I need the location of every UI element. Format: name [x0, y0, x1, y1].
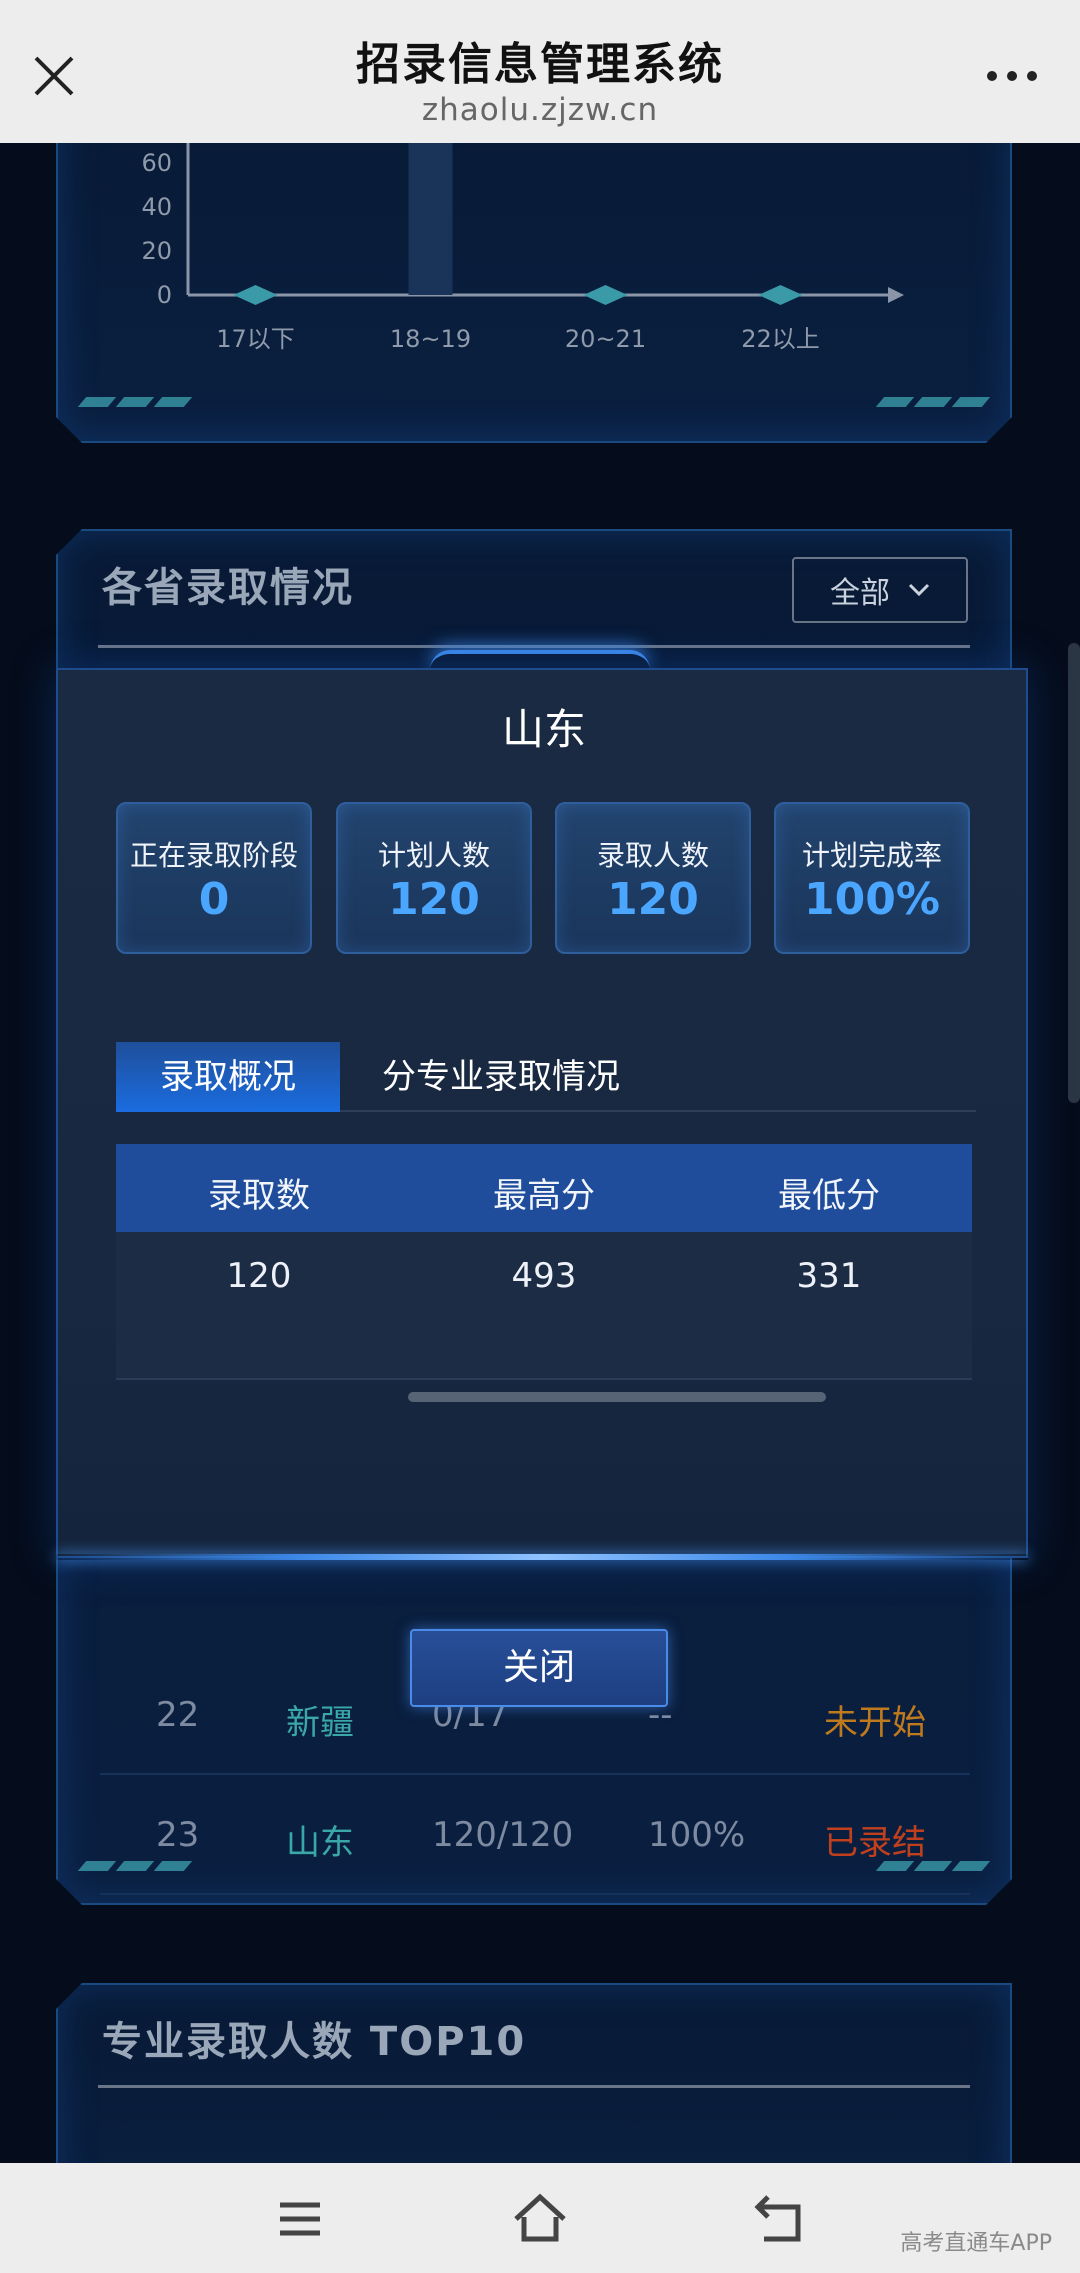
- page-url: zhaolu.zjzw.cn: [421, 92, 659, 128]
- modal-tabs: 录取概况 分专业录取情况: [116, 1042, 976, 1112]
- stat-label: 录取人数: [596, 839, 709, 872]
- row-rank: 23: [156, 1815, 200, 1855]
- stat-card-completion: 计划完成率 100%: [774, 802, 970, 954]
- header-admitted: 录取数: [208, 1176, 310, 1216]
- stat-value: 0: [198, 874, 230, 925]
- modal-title: 山东: [501, 705, 586, 754]
- header-min-score: 最低分: [778, 1176, 880, 1216]
- province-filter-dropdown[interactable]: 全部: [792, 557, 968, 623]
- back-icon[interactable]: [750, 2189, 810, 2249]
- x-tick-label: 18~19: [390, 325, 471, 353]
- page-scrollbar[interactable]: [1068, 643, 1080, 1103]
- home-icon[interactable]: [510, 2189, 570, 2249]
- stat-value: 100%: [804, 874, 940, 925]
- browser-bottom-bar: 高考直通车APP: [0, 2163, 1080, 2273]
- data-bar: [409, 143, 453, 295]
- age-chart-panel: 0 20 40 60 17以下 18~19 20~21 22以上: [56, 143, 1012, 443]
- menu-icon[interactable]: [270, 2189, 330, 2249]
- x-tick-label: 20~21: [565, 325, 646, 353]
- page-title: 招录信息管理系统: [356, 39, 724, 90]
- table-row[interactable]: 23 山东 120/120 100% 已录结: [100, 1777, 970, 1895]
- row-status: 未开始: [824, 1703, 926, 1743]
- stat-card-admitted: 录取人数 120: [555, 802, 751, 954]
- x-tick-label: 17以下: [216, 325, 295, 353]
- row-rank: 22: [156, 1695, 200, 1735]
- stat-value: 120: [388, 874, 480, 925]
- table-scrollbar[interactable]: [408, 1392, 826, 1402]
- stat-label: 计划人数: [377, 839, 490, 872]
- close-modal-button[interactable]: 关闭: [410, 1629, 668, 1707]
- y-tick-label: 0: [157, 281, 172, 309]
- tab-by-major[interactable]: 分专业录取情况: [382, 1042, 620, 1112]
- cell-min-score: 331: [796, 1256, 862, 1296]
- title-divider: [98, 645, 970, 648]
- row-status: 已录结: [824, 1823, 926, 1863]
- panel-deco-left: [82, 397, 188, 407]
- row-rate: 100%: [648, 1815, 746, 1855]
- tab-overview[interactable]: 录取概况: [116, 1042, 340, 1112]
- y-tick-label: 60: [141, 149, 172, 177]
- more-dots-icon[interactable]: [984, 64, 1040, 88]
- province-panel-title: 各省录取情况: [102, 565, 354, 611]
- panel-deco-right: [880, 1861, 986, 1871]
- stat-card-plan: 计划人数 120: [336, 802, 532, 954]
- panel-deco-left: [82, 1861, 188, 1871]
- filter-label: 全部: [830, 576, 890, 611]
- modal-bottom-glow: [56, 1554, 1028, 1560]
- cell-max-score: 493: [511, 1256, 577, 1296]
- top10-panel-title: 专业录取人数 TOP10: [102, 2019, 527, 2065]
- data-marker: [759, 285, 803, 305]
- title-divider: [98, 2085, 970, 2088]
- row-province: 山东: [286, 1823, 354, 1863]
- cell-admitted: 120: [226, 1256, 292, 1296]
- y-tick-label: 20: [141, 237, 172, 265]
- stat-card-stage: 正在录取阶段 0: [116, 802, 312, 954]
- data-marker: [584, 285, 628, 305]
- province-detail-modal: 山东 正在录取阶段 0 计划人数 120 录取人数 120 计划完成率 100%…: [56, 668, 1028, 1558]
- browser-top-bar: 招录信息管理系统 zhaolu.zjzw.cn: [0, 0, 1080, 143]
- header-max-score: 最高分: [493, 1176, 595, 1216]
- app-watermark: 高考直通车APP: [900, 2231, 1052, 2256]
- age-distribution-chart: 0 20 40 60 17以下 18~19 20~21 22以上: [58, 143, 1014, 445]
- stat-label: 计划完成率: [801, 839, 942, 872]
- row-count: 120/120: [432, 1815, 574, 1855]
- chevron-down-icon: [908, 583, 930, 597]
- stat-label: 正在录取阶段: [129, 839, 298, 872]
- stat-value: 120: [607, 874, 699, 925]
- x-axis-arrow: [888, 287, 904, 303]
- row-province: 新疆: [286, 1703, 354, 1743]
- data-marker: [234, 285, 278, 305]
- admission-summary-table: 录取数 最高分 最低分 120 493 331: [116, 1144, 972, 1380]
- top10-panel: 专业录取人数 TOP10: [56, 1983, 1012, 2163]
- panel-deco-right: [880, 397, 986, 407]
- table-header: 录取数 最高分 最低分: [116, 1144, 972, 1232]
- x-tick-label: 22以上: [741, 325, 820, 353]
- y-tick-label: 40: [141, 193, 172, 221]
